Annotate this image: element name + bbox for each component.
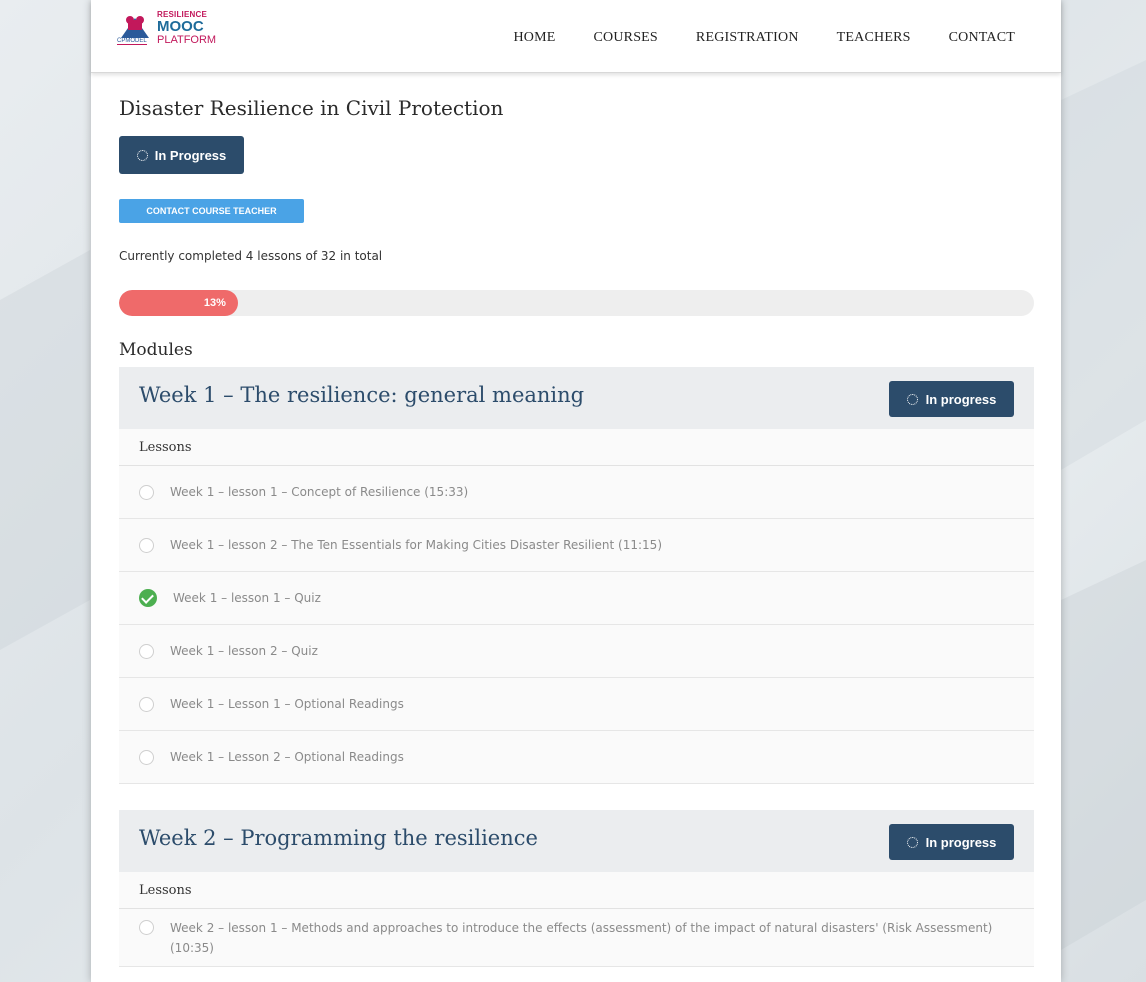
logo-text-platform: PLATFORM [157, 34, 217, 46]
course-status-button[interactable]: In Progress [119, 136, 244, 174]
modules-heading: Modules [119, 340, 193, 360]
progress-percent-label: 13% [203, 297, 226, 309]
lesson-title: Week 1 – lesson 2 – The Ten Essentials f… [170, 538, 662, 552]
module-week-1: Week 1 – The resilience: general meaning… [119, 367, 1034, 784]
nav-registration[interactable]: REGISTRATION [696, 30, 799, 46]
nav-courses[interactable]: COURSES [594, 30, 658, 46]
spinner-icon [906, 836, 918, 848]
incomplete-circle-icon [139, 537, 154, 553]
logo-text-cpmodel: CPMODEL [117, 38, 147, 45]
incomplete-circle-icon [139, 643, 154, 659]
course-progress-fill: 13% [119, 290, 238, 316]
module-status-label: In progress [925, 391, 997, 407]
module-header[interactable]: Week 2 – Programming the resilience In p… [119, 810, 1034, 872]
course-title: Disaster Resilience in Civil Protection [119, 96, 504, 120]
lesson-title: Week 1 – Lesson 1 – Optional Readings [170, 697, 404, 711]
nav-contact[interactable]: CONTACT [949, 30, 1015, 46]
lesson-item[interactable]: Week 1 – lesson 1 – Concept of Resilienc… [119, 466, 1034, 519]
lesson-item[interactable]: Week 1 – lesson 1 – Quiz [119, 572, 1034, 625]
module-status-button[interactable]: In progress [889, 381, 1014, 417]
lesson-item[interactable]: Week 1 – Lesson 2 – Optional Readings [119, 731, 1034, 784]
lesson-title: Week 1 – lesson 1 – Concept of Resilienc… [170, 485, 469, 499]
nav-home[interactable]: HOME [513, 30, 555, 46]
lessons-heading: Lessons [119, 872, 1034, 909]
site-logo[interactable]: RESILIENCE MOOC PLATFORM CPMODEL [117, 8, 257, 52]
completion-summary: Currently completed 4 lessons of 32 in t… [119, 249, 383, 263]
lesson-title: Week 1 – Lesson 2 – Optional Readings [170, 750, 404, 764]
nav-teachers[interactable]: TEACHERS [837, 30, 911, 46]
lesson-item[interactable]: Week 1 – lesson 2 – The Ten Essentials f… [119, 519, 1034, 572]
main-nav: HOME COURSES REGISTRATION TEACHERS CONTA… [513, 30, 1015, 46]
lesson-item[interactable]: Week 2 – lesson 1 – Methods and approach… [119, 909, 1034, 967]
module-status-label: In progress [925, 834, 997, 850]
module-title: Week 2 – Programming the resilience [139, 826, 538, 850]
module-status-button[interactable]: In progress [889, 824, 1014, 860]
incomplete-circle-icon [139, 920, 154, 935]
check-circle-icon [139, 589, 157, 607]
incomplete-circle-icon [139, 696, 154, 712]
page-container: RESILIENCE MOOC PLATFORM CPMODEL HOME CO… [91, 0, 1061, 982]
lessons-heading: Lessons [119, 429, 1034, 466]
course-progress-bar: 13% [119, 290, 1034, 316]
lesson-item[interactable]: Week 1 – Lesson 1 – Optional Readings [119, 678, 1034, 731]
module-title: Week 1 – The resilience: general meaning [139, 383, 585, 407]
course-status-label: In Progress [154, 147, 227, 163]
spinner-icon [136, 149, 148, 161]
spinner-icon [906, 393, 918, 405]
logo-text-mooc: MOOC [157, 18, 204, 35]
module-header[interactable]: Week 1 – The resilience: general meaning… [119, 367, 1034, 429]
lesson-item[interactable]: Week 1 – lesson 2 – Quiz [119, 625, 1034, 678]
incomplete-circle-icon [139, 749, 154, 765]
module-week-2: Week 2 – Programming the resilience In p… [119, 810, 1034, 967]
incomplete-circle-icon [139, 484, 154, 500]
lesson-title: Week 2 – lesson 1 – Methods and approach… [170, 921, 993, 955]
lesson-title: Week 1 – lesson 2 – Quiz [170, 644, 318, 658]
contact-teacher-button[interactable]: CONTACT COURSE TEACHER [119, 199, 304, 223]
site-header: RESILIENCE MOOC PLATFORM CPMODEL HOME CO… [91, 0, 1061, 73]
lesson-title: Week 1 – lesson 1 – Quiz [173, 591, 321, 605]
